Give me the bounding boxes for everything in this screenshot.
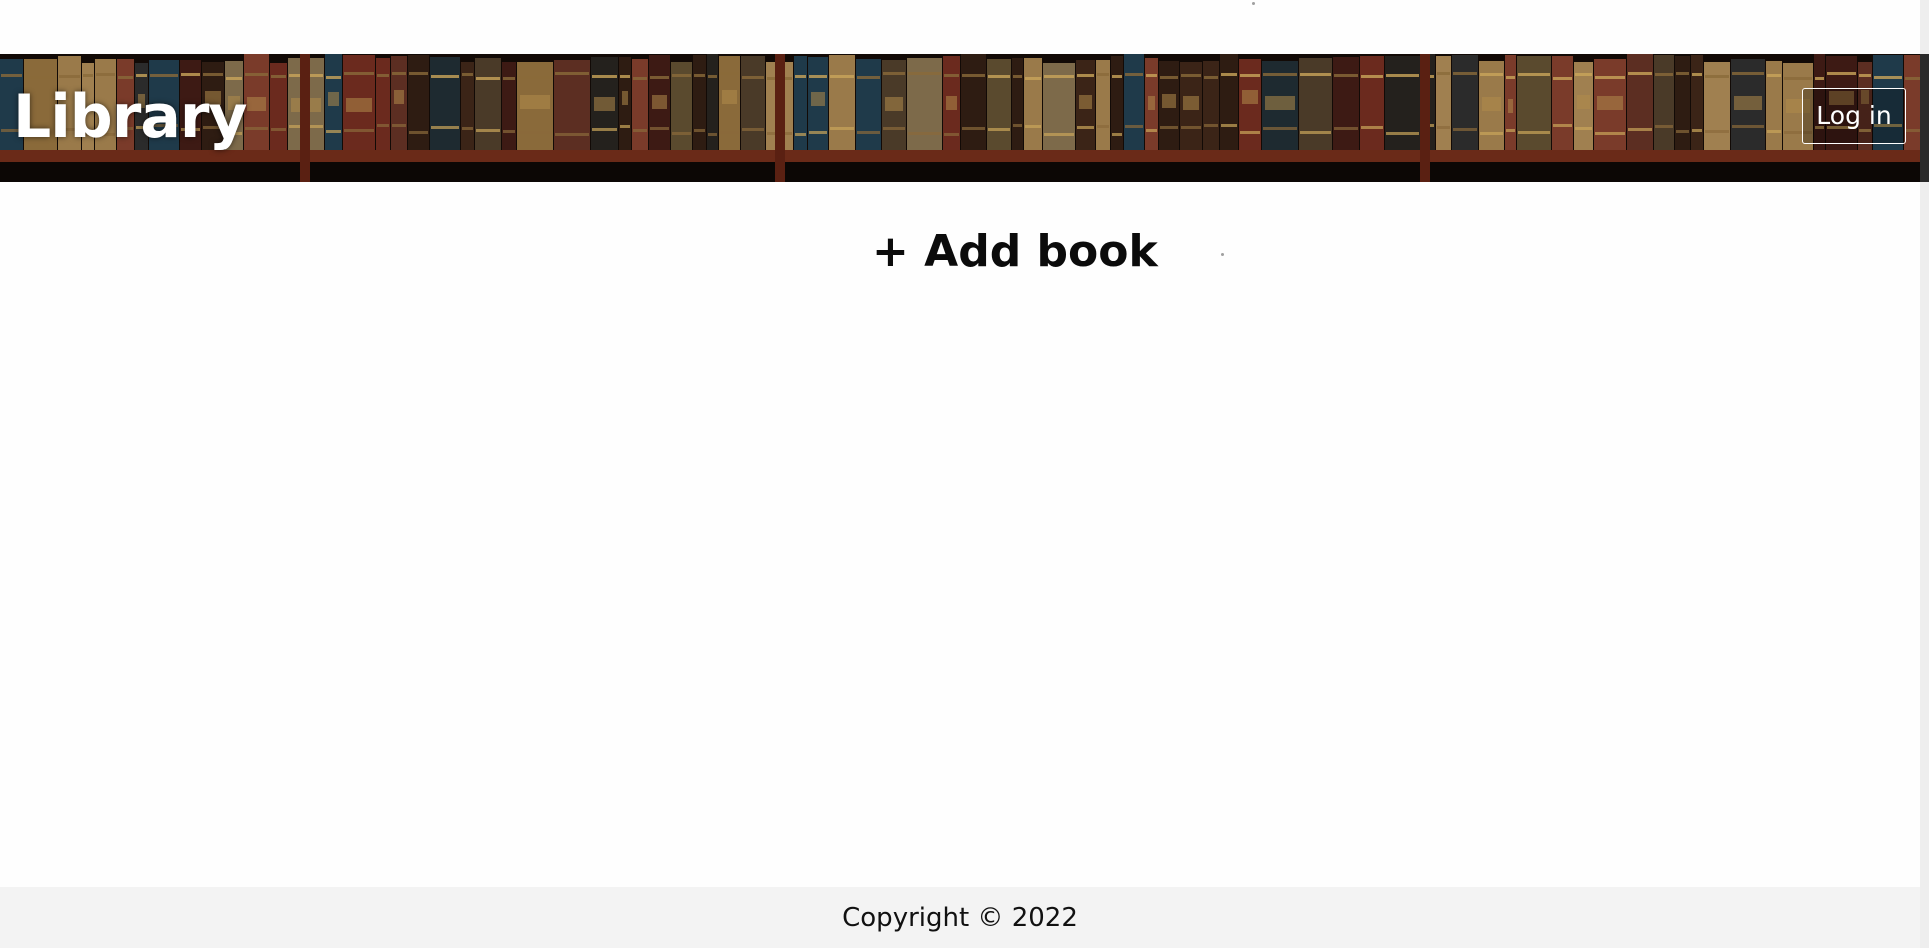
window-scrollbar[interactable] — [1920, 0, 1929, 948]
login-button[interactable]: Log in — [1802, 88, 1906, 144]
add-book-button[interactable]: + Add book — [872, 222, 1158, 282]
bookshelf-banner-image — [0, 54, 1920, 182]
library-page: Library Log in + Add book Copyright © 20… — [0, 0, 1920, 948]
decorative-speck — [1221, 253, 1224, 256]
site-title[interactable]: Library — [13, 84, 248, 150]
scrollbar-thumb[interactable] — [1920, 54, 1929, 182]
site-header: Library Log in — [0, 54, 1920, 182]
decorative-speck — [1252, 2, 1255, 5]
copyright-text: Copyright © 2022 — [842, 903, 1078, 933]
site-footer: Copyright © 2022 — [0, 887, 1920, 948]
